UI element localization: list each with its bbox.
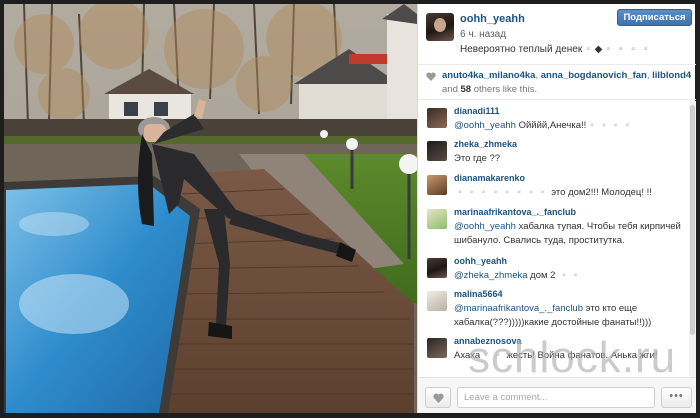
commenter-avatar[interactable] [427, 338, 447, 358]
post-photo[interactable] [4, 4, 417, 413]
like-button[interactable] [425, 387, 451, 408]
comments-scrollbar[interactable] [689, 101, 696, 379]
comment-username[interactable]: dianadi111 [454, 106, 500, 116]
heart-icon [433, 393, 444, 403]
likes-count[interactable]: 58 [461, 84, 472, 95]
post-time[interactable]: 6 ч. назад [460, 29, 506, 40]
commenter-avatar[interactable] [427, 108, 447, 128]
likes-others-label: others like this. [473, 84, 538, 95]
post-header: oohh_yeahh 6 ч. назад Невероятно теплый … [418, 4, 696, 65]
comment-text: @oohh_yeahh Ойййй,Анечка!!▫️▫️▫️▫️ [454, 119, 686, 133]
scrollbar-thumb[interactable] [690, 105, 695, 335]
likes-others: and 58 others like this. [442, 84, 537, 95]
comment-text: @oohh_yeahh хабалка тупая. Чтобы тебя ки… [454, 220, 686, 248]
likes-users: anuto4ka_milano4ka, anna_bogdanovich_fan… [442, 70, 692, 81]
comment-body: Ойййй,Анечка!!▫️▫️▫️▫️ [515, 120, 634, 131]
comment-input[interactable] [457, 387, 655, 408]
comment-body: дом 2 ▫️▫️ [527, 270, 582, 281]
post-sidebar: oohh_yeahh 6 ч. назад Невероятно теплый … [417, 4, 696, 413]
commenter-avatar[interactable] [427, 258, 447, 278]
comment-body: Это где ?? [454, 153, 501, 164]
post-caption: Невероятно теплый денек▫️◆▫️▫️▫️▫️ [460, 44, 653, 55]
comment-text: @zheka_zhmeka дом 2 ▫️▫️ [454, 269, 686, 283]
commenter-avatar[interactable] [427, 141, 447, 161]
comment-mention[interactable]: @zheka_zhmeka [454, 270, 528, 281]
commenter-avatar[interactable] [427, 291, 447, 311]
likes-summary: anuto4ka_milano4ka, anna_bogdanovich_fan… [418, 66, 696, 100]
comment-username[interactable]: marinaafrikantova_._fanclub [454, 207, 576, 217]
like-user[interactable]: anna_bogdanovich_fan [541, 70, 647, 81]
like-user[interactable]: anuto4ka_milano4ka [442, 70, 535, 81]
comment-username[interactable]: zheka_zhmeka [454, 139, 517, 149]
comment-text: Это где ?? [454, 152, 686, 166]
comment-body: Ахаха▫️▫️ жесть! Война фанатов. Анька жг… [454, 350, 658, 361]
more-options-button[interactable]: ••• [661, 387, 692, 408]
comment-body: ▫️▫️▫️▫️▫️▫️▫️▫️ это дом2!!! Молодец! !! [454, 187, 652, 198]
comment-composer: ••• [418, 377, 696, 413]
comment-text: @marinaafrikantova_._fanclub это кто еще… [454, 302, 686, 330]
commenter-avatar[interactable] [427, 209, 447, 229]
comment-username[interactable]: dianamakarenko [454, 173, 525, 183]
commenter-avatar[interactable] [427, 175, 447, 195]
comment-mention[interactable]: @marinaafrikantova_._fanclub [454, 303, 583, 314]
follow-button[interactable]: Подписаться [617, 9, 692, 26]
comment-text: Ахаха▫️▫️ жесть! Война фанатов. Анька жг… [454, 349, 686, 363]
heart-icon [426, 72, 436, 81]
likes-and: and [442, 84, 458, 95]
author-username[interactable]: oohh_yeahh [460, 13, 525, 25]
comment-username[interactable]: oohh_yeahh [454, 256, 507, 266]
comment-mention[interactable]: @oohh_yeahh [454, 221, 516, 232]
comment-text: ▫️▫️▫️▫️▫️▫️▫️▫️ это дом2!!! Молодец! !! [454, 186, 686, 200]
author-avatar[interactable] [426, 13, 454, 41]
comments-list: dianadi111 @oohh_yeahh Ойййй,Анечка!!▫️▫… [418, 101, 689, 377]
comment-username[interactable]: malina5664 [454, 289, 503, 299]
comment-mention[interactable]: @oohh_yeahh [454, 120, 516, 131]
like-user[interactable]: lilblond4 [652, 70, 691, 81]
comment-username[interactable]: annabeznosova [454, 336, 522, 346]
